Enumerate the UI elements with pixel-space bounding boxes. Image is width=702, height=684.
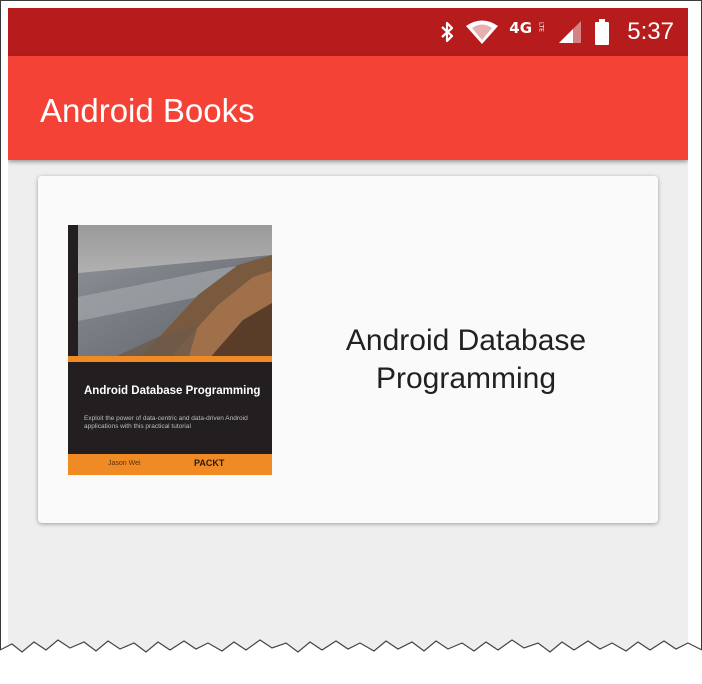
cover-description: Exploit the power of data-centric and da… xyxy=(84,415,248,430)
app-bar: Android Books xyxy=(8,56,688,160)
book-card[interactable]: Android Database Programming Exploit the… xyxy=(38,176,658,523)
cover-publisher-logo: PACKT xyxy=(194,458,225,468)
cover-author: Jason Wei xyxy=(108,460,141,467)
app-title: Android Books xyxy=(40,92,255,129)
cell-signal-icon xyxy=(559,21,582,43)
cover-title: Android Database Programming xyxy=(84,385,261,397)
battery-icon xyxy=(595,19,610,45)
status-clock: 5:37 xyxy=(627,18,674,45)
status-bar: 4G LTE 5:37 xyxy=(8,8,688,56)
wifi-icon xyxy=(466,20,499,44)
torn-edge-decoration xyxy=(0,639,702,684)
network-sub-label: LTE xyxy=(537,22,545,32)
cover-footer: Jason Wei PACKT xyxy=(68,454,272,475)
cover-landscape-photo xyxy=(78,225,272,360)
book-title: Android Database Programming xyxy=(345,324,587,395)
book-cover-image: Android Database Programming Exploit the… xyxy=(68,225,272,475)
network-type-label: 4G xyxy=(509,19,533,37)
status-icons: 4G LTE 5:37 xyxy=(439,8,674,56)
bluetooth-icon xyxy=(441,21,454,43)
lte-signal-icon: 4G LTE xyxy=(509,19,547,45)
device-screen: 4G LTE 5:37 Android Books Android Databa… xyxy=(8,8,688,682)
cover-orange-stripe xyxy=(68,356,272,362)
